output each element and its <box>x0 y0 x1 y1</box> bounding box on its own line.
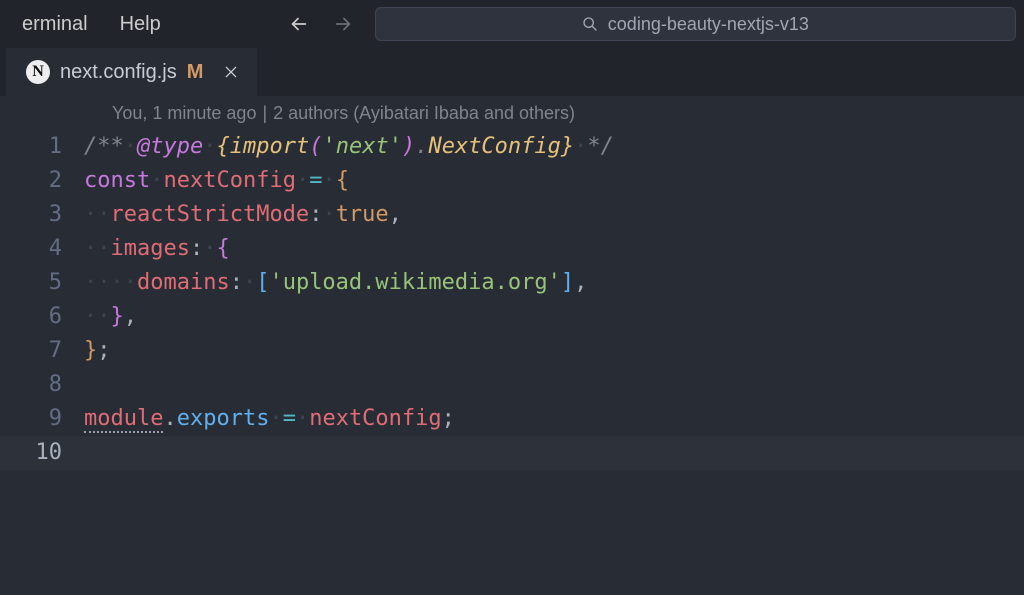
menu-terminal[interactable]: erminal <box>8 9 102 40</box>
close-icon <box>223 64 239 80</box>
code-line: 8 <box>0 368 1024 402</box>
arrow-right-icon <box>332 13 354 35</box>
code-line: 3 ··reactStrictMode:·true, <box>0 198 1024 232</box>
blame-authors-count: 2 authors (Ayibatari Ibaba and others) <box>273 103 575 124</box>
git-blame-codelens[interactable]: You, 1 minute ago | 2 authors (Ayibatari… <box>0 96 1024 130</box>
editor-tab-active[interactable]: N next.config.js M <box>6 48 257 96</box>
code-content: }; <box>84 334 111 368</box>
code-content: ··reactStrictMode:·true, <box>84 198 402 232</box>
code-content: const·nextConfig·=·{ <box>84 164 349 198</box>
codelens-separator: | <box>262 103 267 124</box>
line-number: 7 <box>0 334 84 368</box>
tab-modified-badge: M <box>187 61 204 84</box>
search-icon <box>582 16 598 32</box>
code-line: 7 }; <box>0 334 1024 368</box>
command-center-search[interactable]: coding-beauty-nextjs-v13 <box>375 7 1016 41</box>
code-line: 4 ··images:·{ <box>0 232 1024 266</box>
code-line: 1 /**·@type·{import('next').NextConfig}·… <box>0 130 1024 164</box>
line-number: 4 <box>0 232 84 266</box>
code-line: 6 ··}, <box>0 300 1024 334</box>
code-line-current: 10 <box>0 436 1024 470</box>
code-editor[interactable]: 1 /**·@type·{import('next').NextConfig}·… <box>0 130 1024 470</box>
nav-back-button[interactable] <box>279 7 319 41</box>
line-number: 10 <box>0 436 84 470</box>
menu-help[interactable]: Help <box>106 9 175 40</box>
line-number: 9 <box>0 402 84 436</box>
line-number: 3 <box>0 198 84 232</box>
code-content: module.exports·=·nextConfig; <box>84 402 455 436</box>
editor-tab-bar: N next.config.js M <box>0 48 1024 96</box>
title-bar: erminal Help coding-beauty-nextjs-v13 <box>0 0 1024 48</box>
tab-filename: next.config.js <box>60 61 177 84</box>
line-number: 2 <box>0 164 84 198</box>
blame-author-time: You, 1 minute ago <box>112 103 256 124</box>
code-line: 2 const·nextConfig·=·{ <box>0 164 1024 198</box>
nav-forward-button[interactable] <box>323 7 363 41</box>
tab-close-button[interactable] <box>219 60 243 84</box>
line-number: 6 <box>0 300 84 334</box>
arrow-left-icon <box>288 13 310 35</box>
nav-history <box>279 7 363 41</box>
code-line: 5 ····domains:·['upload.wikimedia.org'], <box>0 266 1024 300</box>
line-number: 1 <box>0 130 84 164</box>
code-content: ··images:·{ <box>84 232 230 266</box>
code-content: ··}, <box>84 300 137 334</box>
search-placeholder: coding-beauty-nextjs-v13 <box>608 14 809 35</box>
code-line: 9 module.exports·=·nextConfig; <box>0 402 1024 436</box>
code-content: ····domains:·['upload.wikimedia.org'], <box>84 266 587 300</box>
nextjs-file-icon: N <box>26 60 50 84</box>
line-number: 5 <box>0 266 84 300</box>
code-content: /**·@type·{import('next').NextConfig}·*/ <box>84 130 614 164</box>
line-number: 8 <box>0 368 84 402</box>
